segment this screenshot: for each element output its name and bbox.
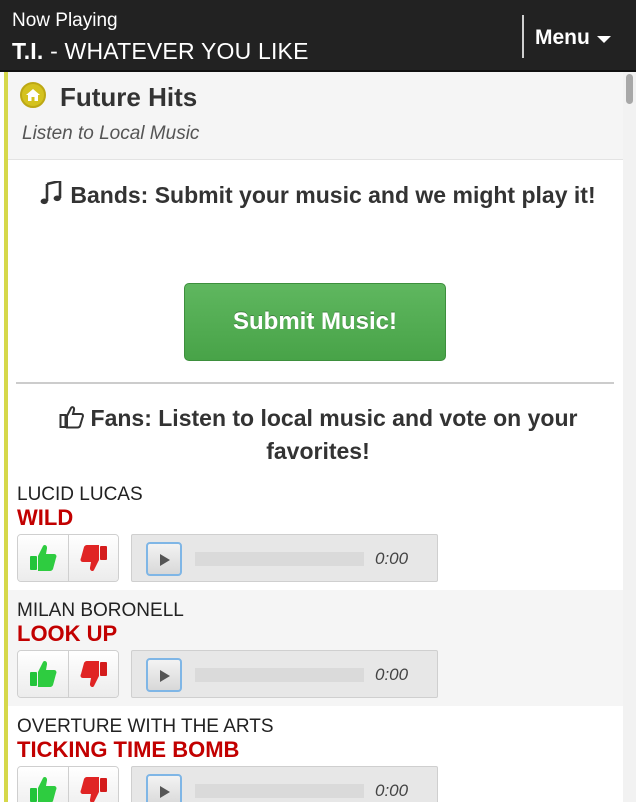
play-button[interactable] bbox=[146, 774, 182, 802]
caret-down-icon bbox=[596, 35, 611, 43]
play-button[interactable] bbox=[146, 542, 182, 576]
now-playing-artist: T.I. bbox=[12, 38, 44, 64]
menu-divider bbox=[522, 15, 524, 58]
page-subtitle: Listen to Local Music bbox=[22, 123, 200, 144]
thumbs-down-icon bbox=[80, 777, 107, 802]
time-display: 0:00 bbox=[375, 665, 409, 684]
page-title: Future Hits bbox=[60, 82, 198, 112]
audio-player: 0:00 bbox=[131, 650, 438, 698]
thumbs-down-button[interactable] bbox=[68, 651, 118, 697]
now-playing-song: T.I. - WHATEVER YOU LIKE bbox=[12, 38, 309, 65]
time-display: 0:00 bbox=[375, 781, 409, 800]
thumbs-up-icon bbox=[59, 405, 85, 436]
play-icon bbox=[160, 670, 170, 682]
section-divider bbox=[16, 382, 614, 384]
thumbs-up-icon bbox=[30, 544, 57, 571]
music-note-icon bbox=[40, 179, 62, 212]
submit-music-button[interactable]: Submit Music! bbox=[184, 283, 446, 361]
thumbs-up-button[interactable] bbox=[18, 651, 68, 697]
thumbs-down-button[interactable] bbox=[68, 767, 118, 802]
vote-buttons bbox=[17, 766, 119, 802]
track-item: LUCID LUCAS WILD 0:00 bbox=[8, 474, 623, 590]
audio-player: 0:00 bbox=[131, 766, 438, 802]
thumbs-down-button[interactable] bbox=[68, 535, 118, 581]
track-title: TICKING TIME BOMB bbox=[17, 737, 240, 762]
page-header: Future Hits Listen to Local Music bbox=[8, 72, 623, 160]
bands-heading: Bands: Submit your music and we might pl… bbox=[18, 179, 618, 212]
bands-heading-text: Bands: Submit your music and we might pl… bbox=[70, 182, 596, 208]
thumbs-down-icon bbox=[80, 545, 107, 572]
track-artist: OVERTURE WITH THE ARTS bbox=[17, 716, 274, 737]
thumbs-up-icon bbox=[30, 776, 57, 802]
scrollbar[interactable] bbox=[623, 72, 636, 802]
menu-button[interactable]: Menu bbox=[535, 26, 611, 50]
vote-buttons bbox=[17, 650, 119, 698]
now-playing-bar: Now Playing T.I. - WHATEVER YOU LIKE Men… bbox=[0, 0, 636, 72]
menu-label: Menu bbox=[535, 26, 590, 49]
vote-buttons bbox=[17, 534, 119, 582]
time-display: 0:00 bbox=[375, 549, 409, 568]
home-icon[interactable] bbox=[20, 82, 46, 108]
track-title: WILD bbox=[17, 505, 74, 530]
track-item: MILAN BORONELL LOOK UP 0:00 bbox=[8, 590, 623, 706]
progress-bar[interactable] bbox=[195, 668, 364, 682]
fans-heading: Fans: Listen to local music and vote on … bbox=[18, 403, 618, 466]
now-playing-separator: - bbox=[43, 38, 65, 64]
progress-bar[interactable] bbox=[195, 552, 364, 566]
track-item: OVERTURE WITH THE ARTS TICKING TIME BOMB… bbox=[8, 706, 623, 802]
track-artist: LUCID LUCAS bbox=[17, 484, 143, 505]
thumbs-up-button[interactable] bbox=[18, 767, 68, 802]
scrollbar-thumb[interactable] bbox=[626, 74, 633, 104]
fans-heading-text: Fans: Listen to local music and vote on … bbox=[90, 405, 578, 464]
track-title: LOOK UP bbox=[17, 621, 118, 646]
thumbs-down-icon bbox=[80, 661, 107, 688]
thumbs-up-icon bbox=[30, 660, 57, 687]
now-playing-title: WHATEVER YOU LIKE bbox=[64, 38, 309, 64]
track-artist: MILAN BORONELL bbox=[17, 600, 184, 621]
thumbs-up-button[interactable] bbox=[18, 535, 68, 581]
play-icon bbox=[160, 554, 170, 566]
audio-player: 0:00 bbox=[131, 534, 438, 582]
play-icon bbox=[160, 786, 170, 798]
progress-bar[interactable] bbox=[195, 784, 364, 798]
play-button[interactable] bbox=[146, 658, 182, 692]
now-playing-label: Now Playing bbox=[12, 10, 118, 31]
main-content: Future Hits Listen to Local Music Bands:… bbox=[0, 72, 636, 802]
